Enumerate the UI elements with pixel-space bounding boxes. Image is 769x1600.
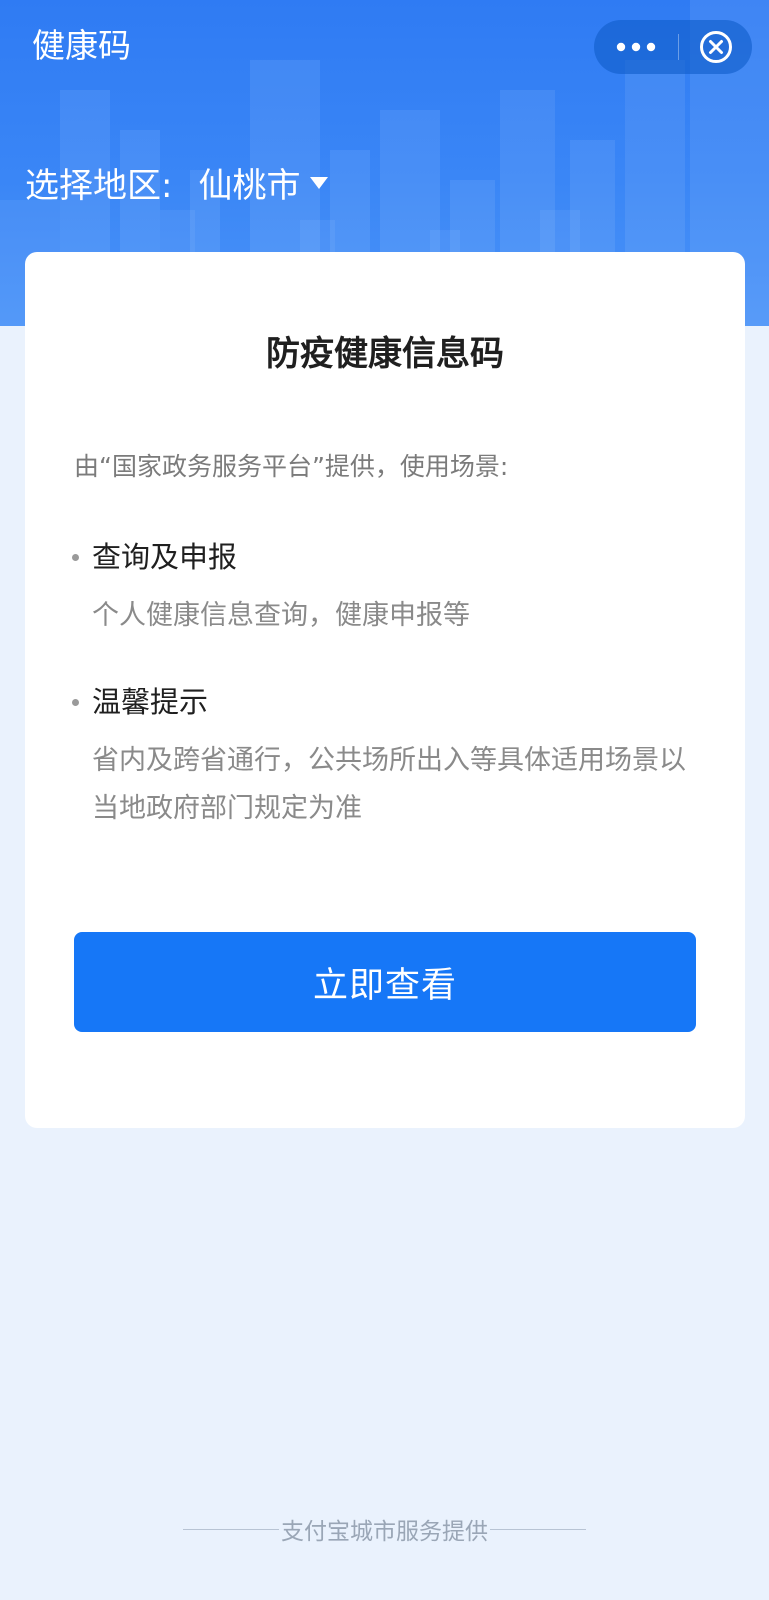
section-tips: 温馨提示 省内及跨省通行，公共场所出入等具体适用场景以当地政府部门规定为准 <box>72 682 712 833</box>
footer-text: 支付宝城市服务提供 <box>281 1519 488 1545</box>
card-title: 防疫健康信息码 <box>266 334 504 374</box>
section-description: 个人健康信息查询，健康申报等 <box>92 600 470 631</box>
more-dots-icon <box>616 42 656 52</box>
app-title: 健康码 <box>32 26 131 65</box>
region-label: 选择地区: <box>25 165 173 206</box>
region-selector: 选择地区: 仙桃市 <box>25 158 329 207</box>
mini-program-capsule <box>594 20 752 74</box>
close-button[interactable] <box>679 20 752 74</box>
section-heading: 温馨提示 <box>72 682 712 722</box>
caret-down-icon <box>310 177 329 189</box>
region-value: 仙桃市 <box>198 165 301 206</box>
footer-credit: 支付宝城市服务提供 <box>0 1512 769 1546</box>
provider-text: 由“国家政务服务平台”提供，使用场景: <box>74 452 509 481</box>
close-circle-icon <box>699 31 732 63</box>
section-heading-text: 查询及申报 <box>92 540 238 574</box>
view-now-button[interactable]: 立即查看 <box>74 932 696 1032</box>
more-button[interactable] <box>594 20 678 74</box>
footer-divider-left <box>183 1528 279 1530</box>
footer-divider-right <box>490 1528 586 1530</box>
section-query-report: 查询及申报 个人健康信息查询，健康申报等 <box>72 537 712 640</box>
bullet-dot-icon <box>72 553 79 561</box>
section-heading: 查询及申报 <box>72 537 712 577</box>
bullet-dot-icon <box>72 698 79 706</box>
section-description: 省内及跨省通行，公共场所出入等具体适用场景以当地政府部门规定为准 <box>92 745 686 824</box>
region-dropdown[interactable]: 仙桃市 <box>198 158 329 207</box>
health-code-card: 防疫健康信息码 由“国家政务服务平台”提供，使用场景: 查询及申报 个人健康信息… <box>25 252 745 1128</box>
section-heading-text: 温馨提示 <box>92 685 209 719</box>
